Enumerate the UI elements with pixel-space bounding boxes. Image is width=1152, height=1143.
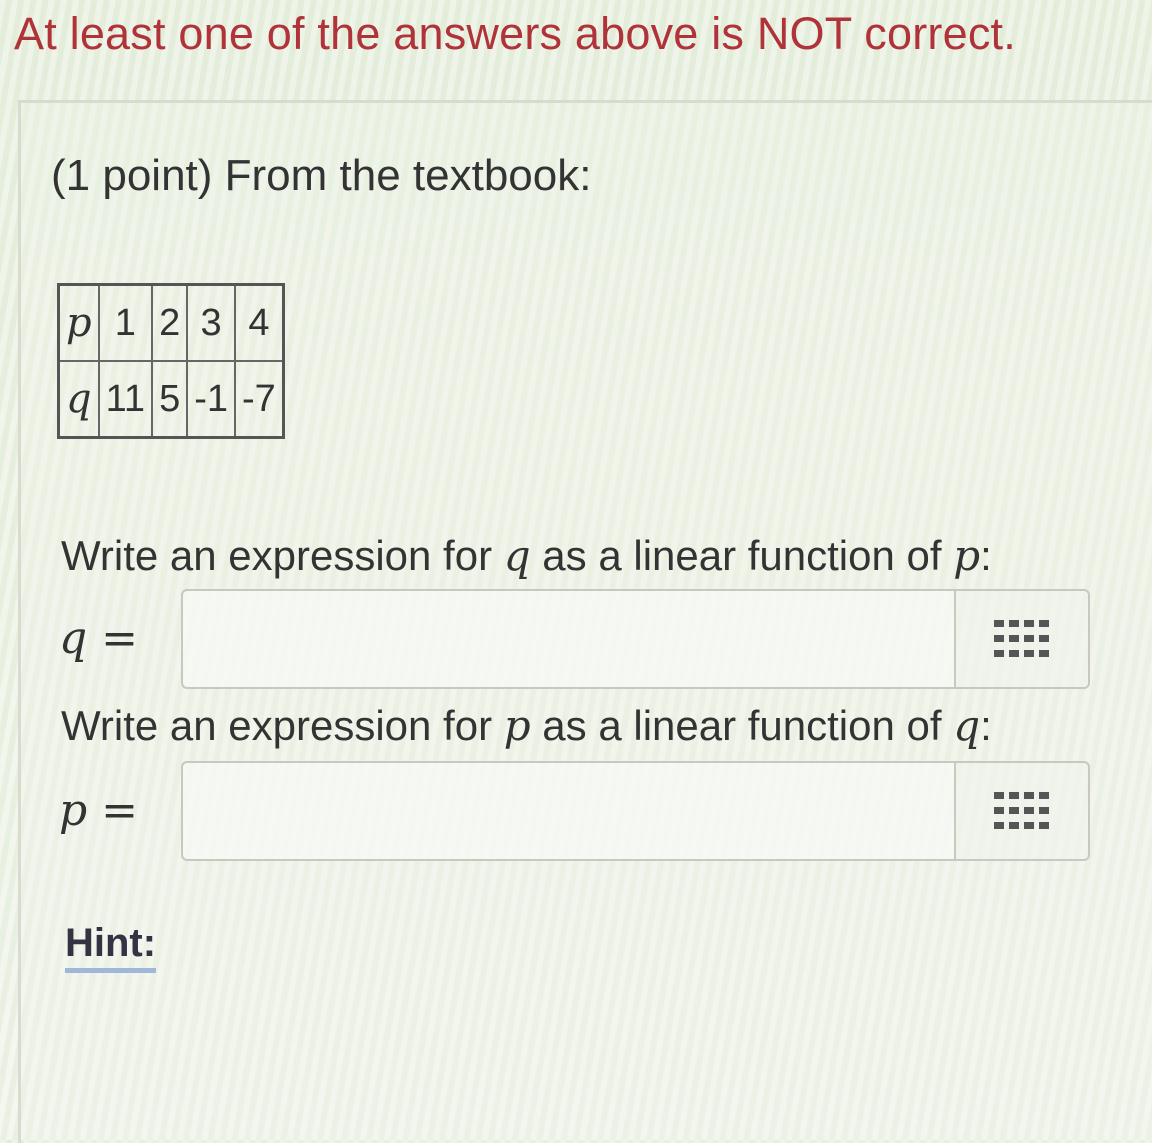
incorrect-answer-banner: At least one of the answers above is NOT…	[14, 8, 1016, 59]
math-variable: q	[503, 531, 531, 580]
hint-link[interactable]: Hint:	[65, 921, 157, 973]
answer-2-keypad-button[interactable]	[956, 763, 1088, 859]
answer-1-input[interactable]	[183, 591, 956, 687]
keypad-icon	[994, 620, 1049, 657]
table-cell: 1	[97, 283, 154, 362]
answer-2-input[interactable]	[183, 763, 956, 859]
table-var-label: q	[57, 360, 100, 439]
math-variable: q	[953, 701, 981, 750]
answer-2-field-group	[181, 761, 1090, 861]
keypad-icon	[994, 792, 1049, 829]
table-cell: 4	[233, 283, 285, 362]
table-row-q: q 11 5 -1 -7	[57, 360, 285, 439]
table-row-p: p 1 2 3 4	[57, 283, 285, 362]
answer-2-lhs: p =	[59, 785, 139, 836]
prompt-text: :	[980, 532, 992, 579]
table-cell: 3	[186, 283, 236, 362]
table-cell: -1	[186, 360, 236, 439]
answer-1-lhs: q =	[59, 613, 139, 664]
table-cell: 5	[151, 360, 189, 439]
math-variable: p	[503, 701, 531, 750]
answer-1-field-group	[181, 589, 1090, 689]
answer-1-keypad-button[interactable]	[956, 591, 1088, 687]
prompt-text: Write an expression for	[61, 532, 504, 579]
table-var-label: p	[57, 283, 100, 362]
prompt-text: as a linear function of	[530, 532, 954, 579]
problem-panel: (1 point) From the textbook: p 1 2 3 4 q…	[18, 100, 1152, 1143]
question-2-prompt: Write an expression for p as a linear fu…	[61, 701, 992, 750]
problem-intro: (1 point) From the textbook:	[51, 151, 592, 200]
table-cell: 11	[97, 360, 154, 439]
prompt-text: Write an expression for	[61, 702, 504, 749]
data-table: p 1 2 3 4 q 11 5 -1 -7	[57, 283, 285, 439]
prompt-text: as a linear function of	[530, 702, 954, 749]
question-1-prompt: Write an expression for q as a linear fu…	[61, 531, 992, 580]
prompt-text: :	[980, 702, 992, 749]
table-cell: -7	[233, 360, 285, 439]
table-cell: 2	[151, 283, 189, 362]
math-variable: p	[953, 531, 981, 580]
